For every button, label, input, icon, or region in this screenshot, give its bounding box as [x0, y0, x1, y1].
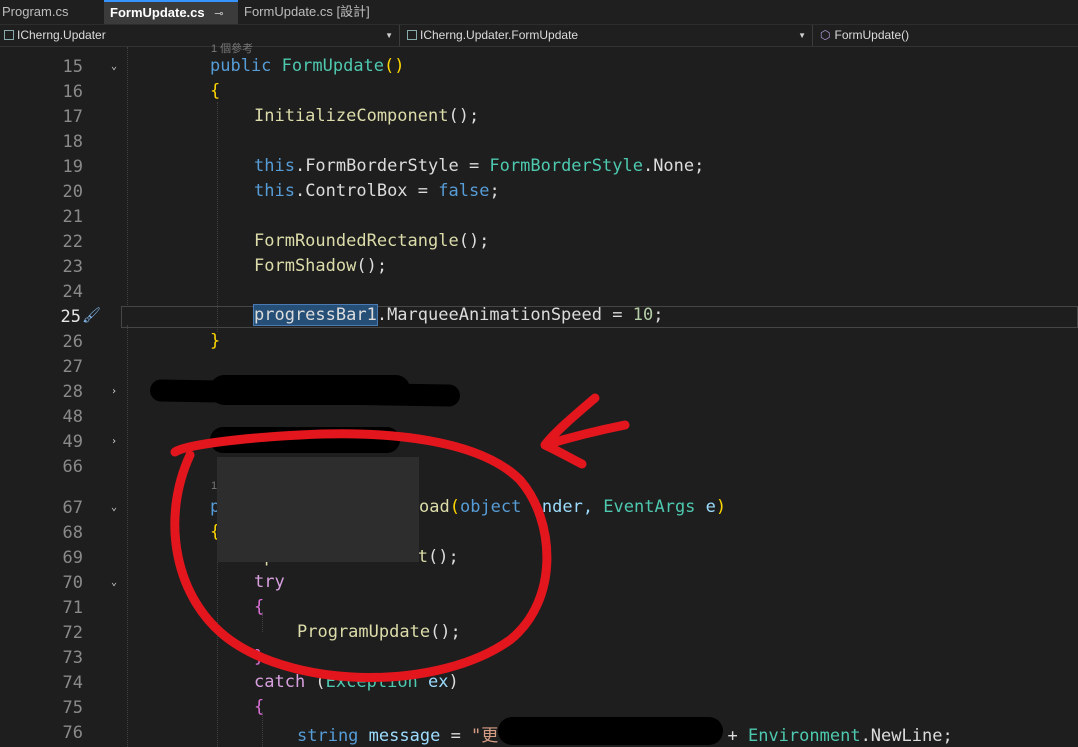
- red-arrow-annotation: [540, 393, 630, 469]
- red-annotation-overlay: [170, 393, 630, 682]
- red-circle-annotation: [170, 429, 552, 682]
